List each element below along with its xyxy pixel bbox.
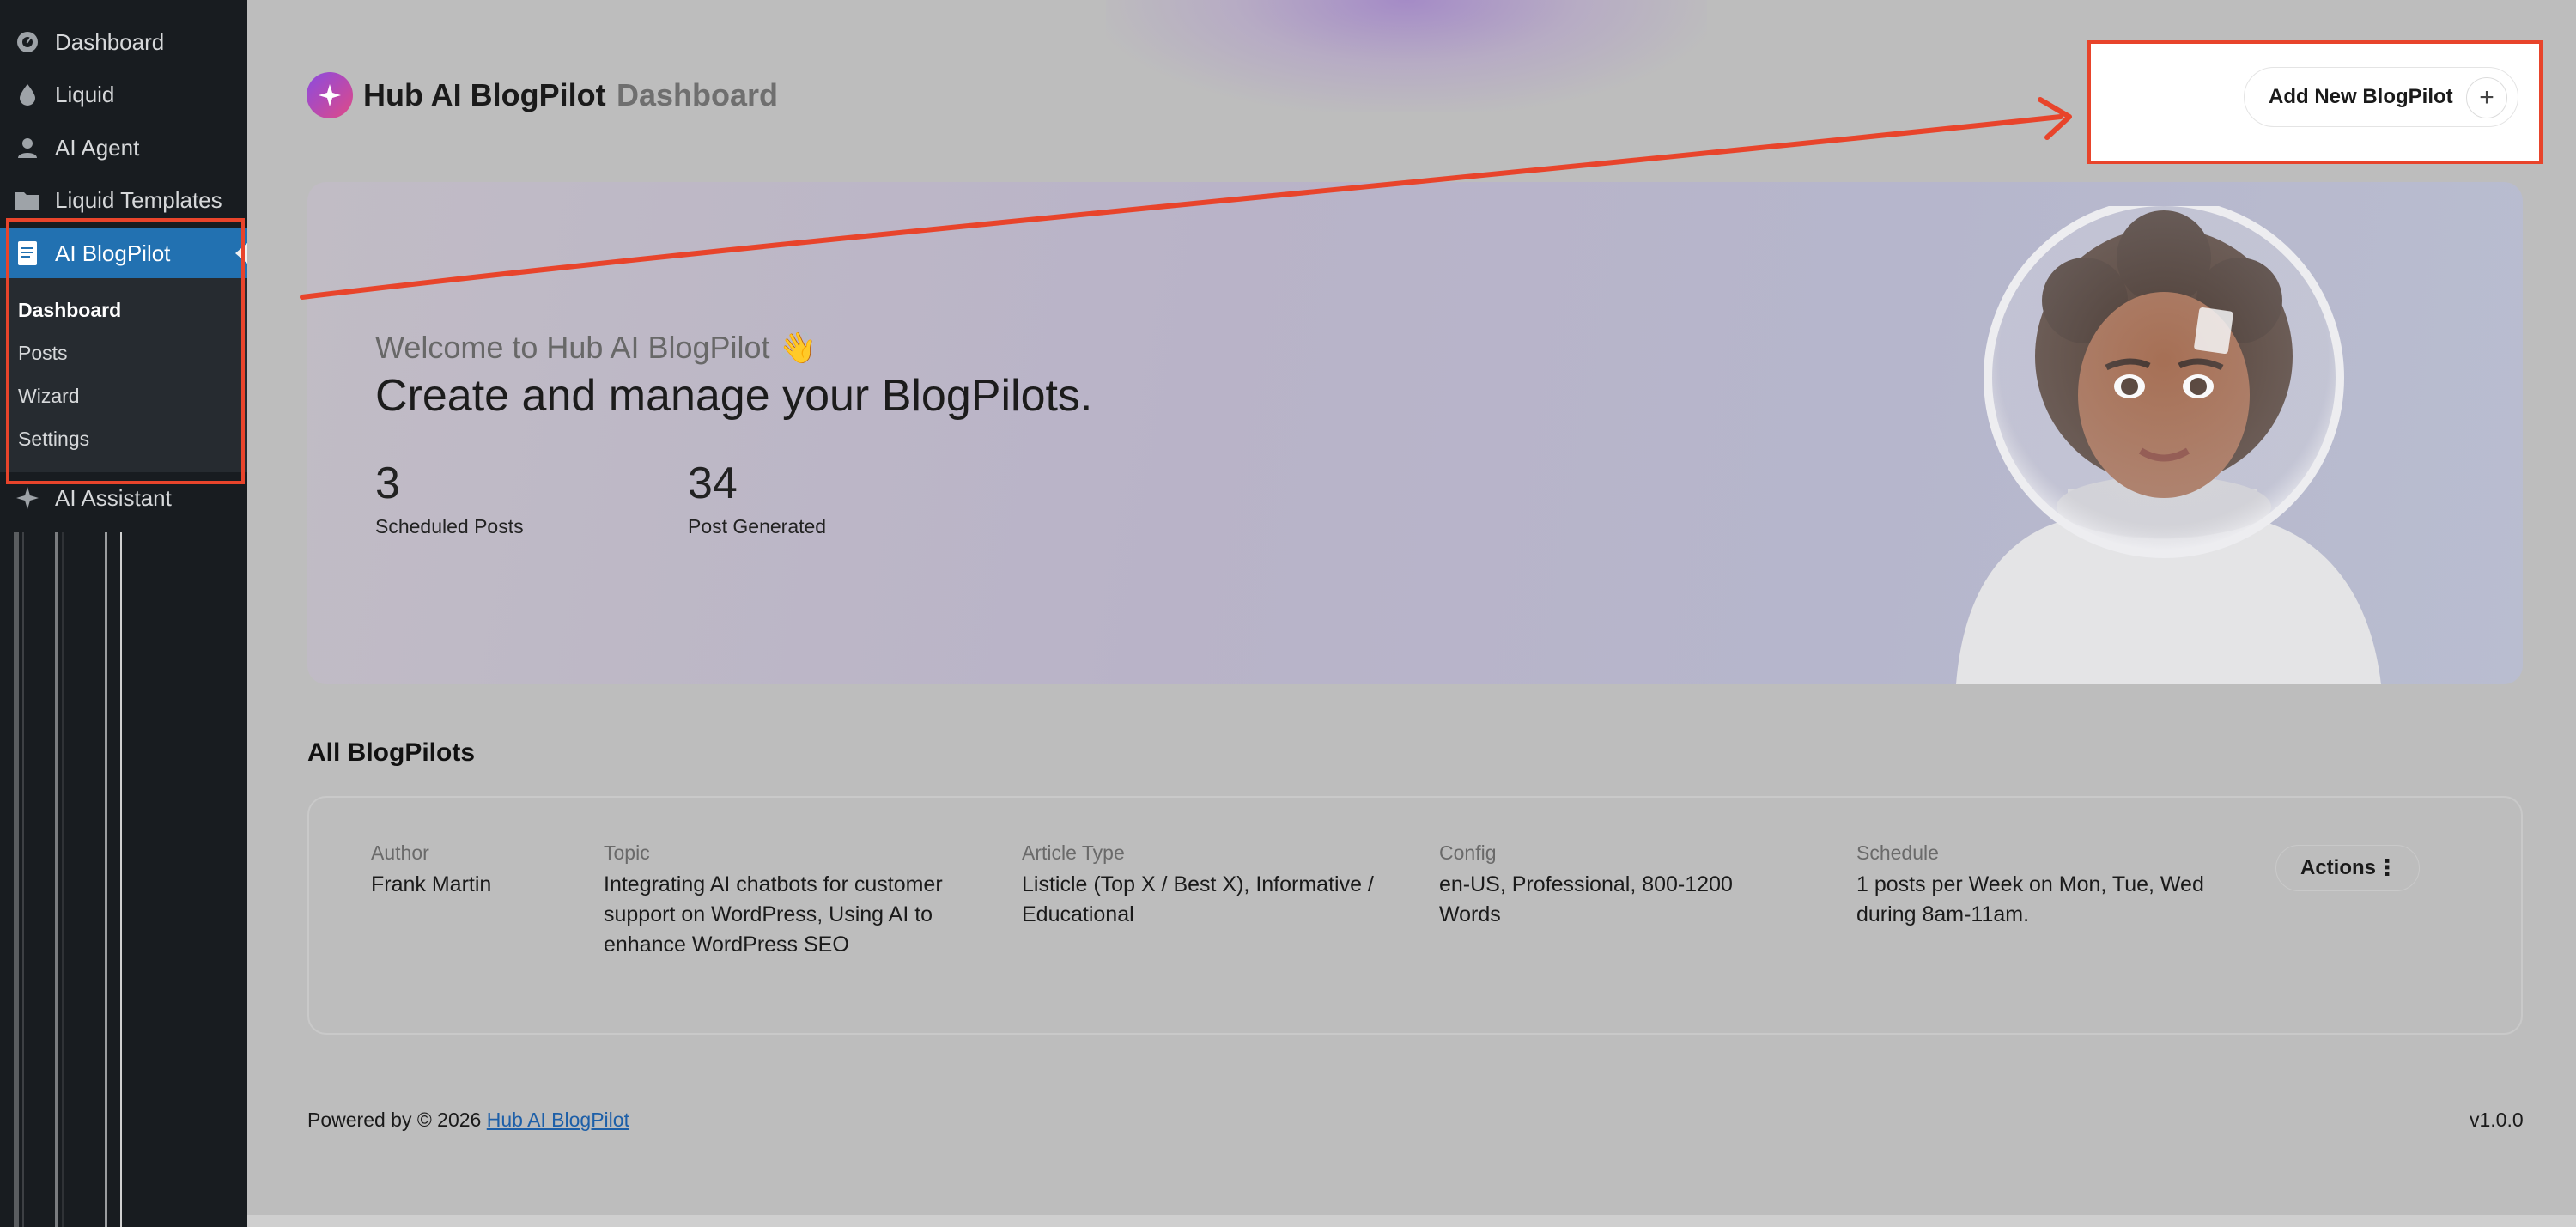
- column-header-topic: Topic: [604, 841, 650, 864]
- column-header-schedule: Schedule: [1856, 841, 1939, 864]
- sidebar-item-label: Liquid: [55, 81, 115, 107]
- add-new-blogpilot-button[interactable]: Add New BlogPilot +: [2244, 67, 2518, 127]
- sidebar-item-ai-agent[interactable]: AI Agent: [0, 122, 247, 173]
- sidebar-item-label: Liquid Templates: [55, 186, 222, 213]
- submenu-wizard[interactable]: Wizard: [18, 385, 80, 408]
- column-header-config: Config: [1439, 841, 1497, 864]
- column-header-author: Author: [371, 841, 429, 864]
- sidebar-item-liquid-templates[interactable]: Liquid Templates: [0, 174, 247, 226]
- cell-article-type: Listicle (Top X / Best X), Informative /…: [1022, 872, 1374, 926]
- posts-generated-label: Post Generated: [688, 515, 827, 538]
- admin-sidebar: Dashboard Liquid AI Agent Liquid Templat…: [0, 0, 247, 1227]
- sidebar-item-dashboard[interactable]: Dashboard: [0, 16, 247, 68]
- submenu-settings[interactable]: Settings: [18, 428, 89, 451]
- submenu-posts[interactable]: Posts: [18, 342, 68, 365]
- version-label: v1.0.0: [2470, 1109, 2524, 1131]
- sparkle-logo-icon: [319, 84, 341, 106]
- sidebar-item-label: AI Assistant: [55, 484, 172, 511]
- user-icon: [0, 136, 55, 160]
- sidebar-item-ai-assistant[interactable]: AI Assistant: [0, 472, 247, 524]
- sparkle-icon: [0, 486, 55, 510]
- sidebar-item-label: Dashboard: [55, 28, 165, 55]
- scheduled-posts-count: 3: [375, 459, 400, 508]
- column-header-article-type: Article Type: [1022, 841, 1125, 864]
- add-button-label: Add New BlogPilot: [2269, 85, 2453, 108]
- cell-topic: Integrating AI chatbots for customer sup…: [604, 872, 943, 957]
- app-logo: [307, 72, 353, 118]
- footer-link[interactable]: Hub AI BlogPilot: [487, 1109, 629, 1131]
- sidebar-item-liquid[interactable]: Liquid: [0, 69, 247, 120]
- sidebar-item-ai-blogpilot[interactable]: AI BlogPilot: [0, 228, 247, 279]
- drop-icon: [0, 82, 55, 106]
- scheduled-posts-label: Scheduled Posts: [375, 515, 524, 538]
- header-glow: [1106, 0, 1707, 112]
- astronaut-illustration: [1956, 206, 2381, 684]
- app-title: Hub AI BlogPilot: [363, 77, 606, 112]
- cell-author: Frank Martin: [371, 872, 492, 896]
- page-title: Dashboard: [617, 77, 779, 112]
- posts-generated-count: 34: [688, 459, 738, 508]
- footer-powered-by: Powered by © 2026 Hub AI BlogPilot: [307, 1109, 629, 1132]
- bottom-band: [247, 1215, 2576, 1227]
- sidebar-decoration: [0, 532, 247, 1227]
- cell-schedule: 1 posts per Week on Mon, Tue, Wed during…: [1856, 872, 2204, 926]
- actions-label: Actions: [2300, 856, 2377, 879]
- plus-icon: +: [2466, 77, 2507, 118]
- kebab-menu-icon: ⋮: [2376, 854, 2398, 880]
- submenu-dashboard[interactable]: Dashboard: [18, 299, 121, 322]
- document-icon: [0, 240, 55, 266]
- footer-prefix: Powered by © 2026: [307, 1109, 482, 1131]
- welcome-text: Welcome to Hub AI BlogPilot 👋: [375, 330, 817, 365]
- active-caret-icon: [235, 243, 247, 264]
- blogpilot-submenu: Dashboard Posts Wizard Settings: [0, 278, 247, 472]
- folder-icon: [0, 189, 55, 211]
- sidebar-item-label: AI BlogPilot: [55, 240, 171, 266]
- all-blogpilots-heading: All BlogPilots: [307, 738, 475, 767]
- actions-button[interactable]: Actions ⋮: [2275, 845, 2420, 891]
- hero-headline: Create and manage your BlogPilots.: [375, 371, 1093, 421]
- sidebar-item-label: AI Agent: [55, 134, 140, 161]
- dashboard-gauge-icon: [0, 30, 55, 54]
- cell-config: en-US, Professional, 800-1200 Words: [1439, 872, 1733, 926]
